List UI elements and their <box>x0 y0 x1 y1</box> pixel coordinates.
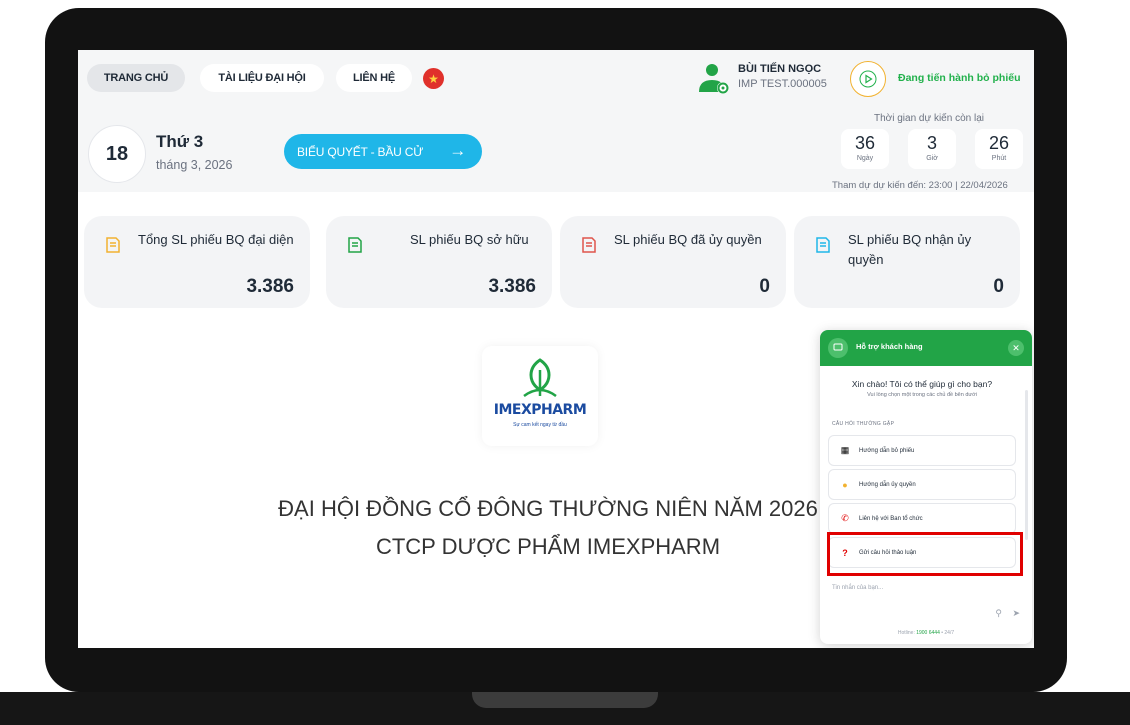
stat-label: Tổng SL phiếu BQ đại diện <box>138 232 294 247</box>
chat-message-input[interactable]: Tin nhắn của bạn... <box>832 585 883 591</box>
hotline-suffix: • 24/7 <box>941 630 955 636</box>
chat-greeting: Xin chào! Tôi có thể giúp gì cho bạn? <box>851 379 993 389</box>
countdown-deadline: Tham dự dự kiến đến: 23:00 | 22/04/2026 <box>832 180 1008 191</box>
stat-label: SL phiếu BQ sở hữu <box>410 232 529 247</box>
vietnam-flag-icon[interactable]: ★ <box>423 68 444 89</box>
app-screen: TRANG CHỦ TÀI LIỆU ĐẠI HỘI LIÊN HỆ ★ BÙI… <box>78 50 1034 648</box>
countdown-minutes: 26 Phút <box>975 129 1023 169</box>
date-month: tháng 3, 2026 <box>156 158 233 172</box>
nav-contact[interactable]: LIÊN HỆ <box>336 64 412 92</box>
attach-icon[interactable]: ⚲ <box>995 608 1002 619</box>
countdown-minutes-value: 26 <box>988 133 1010 153</box>
countdown-minutes-label: Phút <box>991 155 1007 162</box>
meeting-title: ĐẠI HỘI ĐỒNG CỔ ĐÔNG THƯỜNG NIÊN NĂM 202… <box>228 490 868 566</box>
send-icon[interactable]: ➤ <box>1012 608 1020 619</box>
faq-label: Hướng dẫn bỏ phiếu <box>859 447 915 454</box>
date-day: 18 <box>88 125 146 183</box>
stat-value: 0 <box>993 276 1004 297</box>
chat-title: Hỗ trợ khách hàng <box>856 342 923 351</box>
support-chat-panel: Hỗ trợ khách hàng ✕ Xin chào! Tôi có thể… <box>820 330 1032 644</box>
stat-card-received: SL phiếu BQ nhận ủy quyền 0 <box>794 216 1020 308</box>
stat-value: 3.386 <box>246 276 294 297</box>
user-settings-icon[interactable] <box>696 62 732 96</box>
chat-bubble-icon <box>828 338 848 358</box>
voting-status-text[interactable]: Đang tiến hành bỏ phiếu <box>898 72 1021 84</box>
hotline-prefix: Hotline: <box>897 630 915 636</box>
logo-tagline: Sự cam kết ngay từ đầu <box>513 422 567 428</box>
logo-brand: IMEXPHARM <box>493 402 587 418</box>
countdown-days-value: 36 <box>854 133 876 153</box>
countdown-hours-label: Giờ <box>926 155 938 162</box>
faq-label: Liên hệ với Ban tổ chức <box>859 515 923 522</box>
countdown-hours: 3 Giờ <box>908 129 956 169</box>
nav-docs[interactable]: TÀI LIỆU ĐẠI HỘI <box>200 64 324 92</box>
handshake-icon: ● <box>842 479 848 490</box>
vote-button[interactable]: BIỂU QUYẾT - BẦU CỬ → <box>284 134 482 169</box>
stat-value: 0 <box>759 276 770 297</box>
laptop-notch <box>472 692 658 708</box>
chat-header: Hỗ trợ khách hàng ✕ <box>820 330 1032 366</box>
stat-card-owned: SL phiếu BQ sở hữu 3.386 <box>326 216 552 308</box>
user-name: BÙI TIẾN NGỌC <box>738 63 822 75</box>
hotline-number[interactable]: 1900 6444 <box>916 630 940 636</box>
chat-subtitle: Vui lòng chọn một trong các chủ đề bên d… <box>867 392 977 398</box>
ballot-icon: ▦ <box>840 445 850 455</box>
stat-card-total: Tổng SL phiếu BQ đại diện 3.386 <box>84 216 310 308</box>
ballot-hand-icon <box>348 237 362 253</box>
play-icon <box>859 70 877 88</box>
stat-value: 3.386 <box>488 276 536 297</box>
faq-contact-organizer[interactable]: ✆ Liên hệ với Ban tổ chức <box>828 503 1016 534</box>
chat-scrollbar[interactable] <box>1025 390 1028 540</box>
close-icon[interactable]: ✕ <box>1008 340 1024 356</box>
phone-icon: ✆ <box>841 513 849 523</box>
ballot-hand-icon <box>816 237 830 253</box>
faq-title: CÂU HỎI THƯỜNG GẶP <box>832 421 895 427</box>
faq-voting-guide[interactable]: ▦ Hướng dẫn bỏ phiếu <box>828 435 1016 466</box>
meeting-title-line2: CTCP DƯỢC PHẨM IMEXPHARM <box>375 534 721 559</box>
countdown-title: Thời gian dự kiến còn lại <box>874 113 984 124</box>
date-weekday: Thứ 3 <box>156 132 204 151</box>
ballot-hand-icon <box>106 237 120 253</box>
stat-label: SL phiếu BQ nhận ủy quyền <box>848 232 972 267</box>
user-code: IMP TEST.000005 <box>738 78 827 90</box>
countdown-days: 36 Ngày <box>841 129 889 169</box>
vote-button-label: BIỂU QUYẾT - BẦU CỬ <box>297 144 424 159</box>
stat-card-delegated: SL phiếu BQ đã ủy quyền 0 <box>560 216 786 308</box>
company-logo: IMEXPHARM Sự cam kết ngay từ đầu <box>482 346 598 446</box>
voting-status-button[interactable] <box>850 61 886 97</box>
meeting-title-line1: ĐẠI HỘI ĐỒNG CỔ ĐÔNG THƯỜNG NIÊN NĂM 202… <box>278 496 818 521</box>
faq-label: Hướng dẫn ủy quyền <box>859 481 916 488</box>
stat-label: SL phiếu BQ đã ủy quyền <box>614 232 762 247</box>
ballot-hand-icon <box>582 237 596 253</box>
faq-delegation-guide[interactable]: ● Hướng dẫn ủy quyền <box>828 469 1016 500</box>
nav-home[interactable]: TRANG CHỦ <box>87 64 185 92</box>
highlight-box <box>827 532 1023 576</box>
chat-footer: Hotline: 1900 6444 • 24/7 <box>820 630 1032 636</box>
countdown-days-label: Ngày <box>856 155 874 162</box>
leaf-logo-icon <box>523 358 557 398</box>
arrow-right-icon: → <box>449 141 466 160</box>
countdown-hours-value: 3 <box>926 133 937 153</box>
